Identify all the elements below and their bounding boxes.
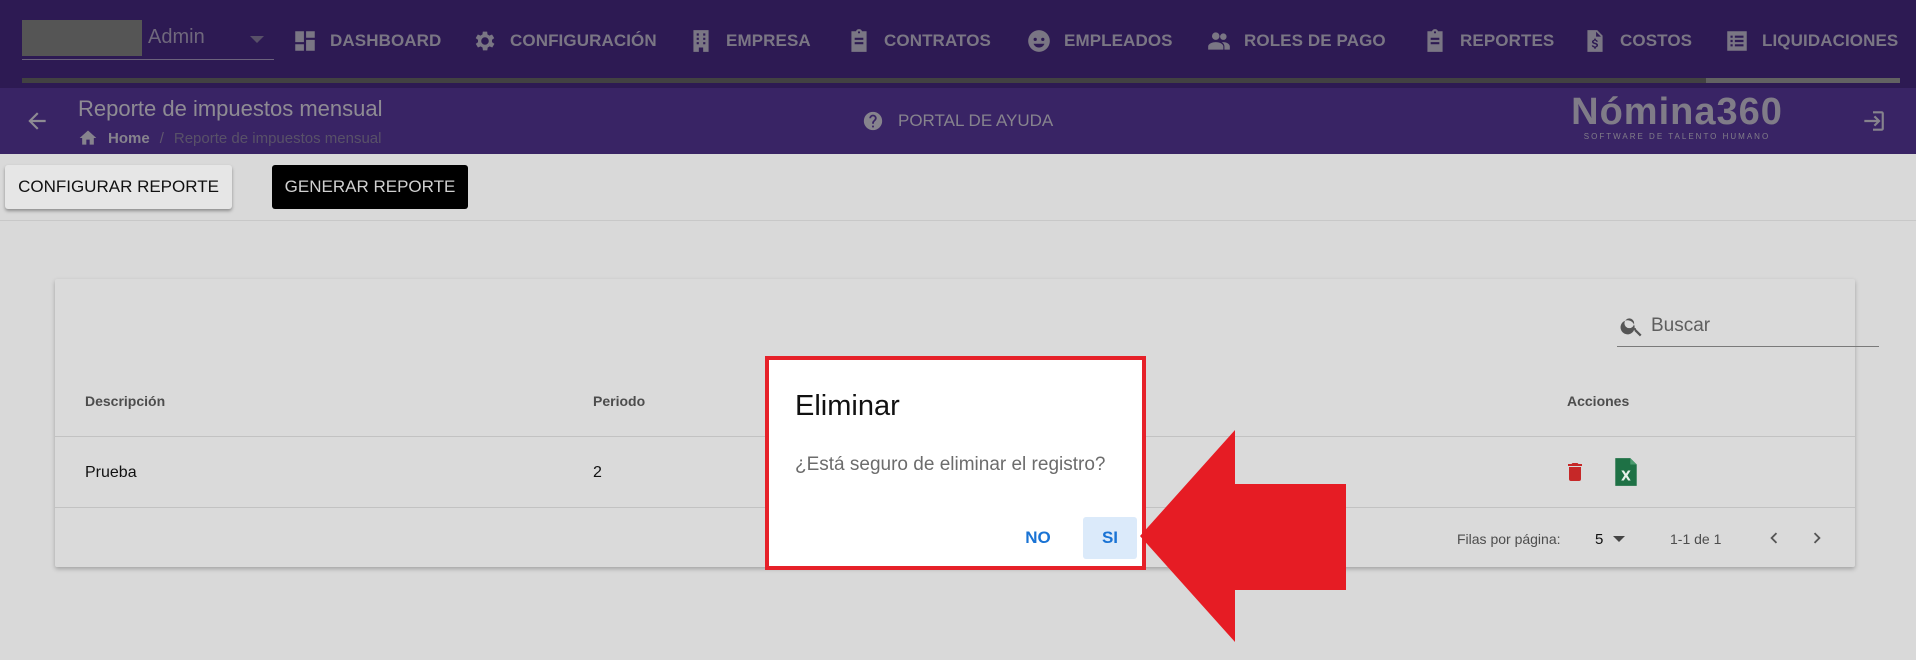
rows-per-page-label: Filas por página: (1457, 531, 1561, 547)
configure-report-button[interactable]: CONFIGURAR REPORTE (5, 165, 232, 209)
annotation-arrow-icon (1140, 430, 1346, 642)
excel-file-icon[interactable]: X (1613, 457, 1639, 487)
search-box[interactable] (1617, 307, 1879, 347)
top-navbar: Admin DASHBOARD CONFIGURACIÓN EMPRESA CO… (0, 0, 1916, 88)
delete-confirm-dialog: Eliminar ¿Está seguro de eliminar el reg… (765, 356, 1146, 570)
cancel-button[interactable]: NO (1015, 517, 1061, 559)
pagination-range: 1-1 de 1 (1670, 531, 1722, 547)
dialog-title: Eliminar (795, 390, 900, 422)
page-header: Reporte de impuestos mensual Home / Repo… (0, 88, 1916, 154)
column-header-acciones: Acciones (1567, 393, 1630, 409)
column-header-periodo[interactable]: Periodo (593, 393, 645, 409)
rows-per-page-select[interactable]: 5 (1595, 527, 1637, 551)
chevron-left-icon[interactable] (1763, 527, 1785, 549)
chevron-down-icon (1613, 536, 1626, 542)
toolbar-divider (0, 220, 1916, 221)
chevron-right-icon[interactable] (1806, 527, 1828, 549)
confirm-button[interactable]: SI (1083, 517, 1137, 559)
cell-descripcion: Prueba (85, 464, 137, 481)
dialog-message: ¿Está seguro de eliminar el registro? (795, 454, 1106, 475)
generate-report-button[interactable]: GENERAR REPORTE (272, 165, 468, 209)
modal-backdrop (0, 88, 1916, 154)
svg-text:X: X (1621, 470, 1631, 485)
cell-periodo: 2 (593, 464, 602, 481)
rows-per-page-value: 5 (1595, 530, 1604, 548)
search-icon (1620, 318, 1642, 337)
search-input[interactable] (1651, 311, 1871, 341)
column-header-descripcion[interactable]: Descripción (85, 393, 165, 409)
trash-icon[interactable] (1563, 459, 1587, 485)
modal-backdrop (0, 0, 1916, 88)
